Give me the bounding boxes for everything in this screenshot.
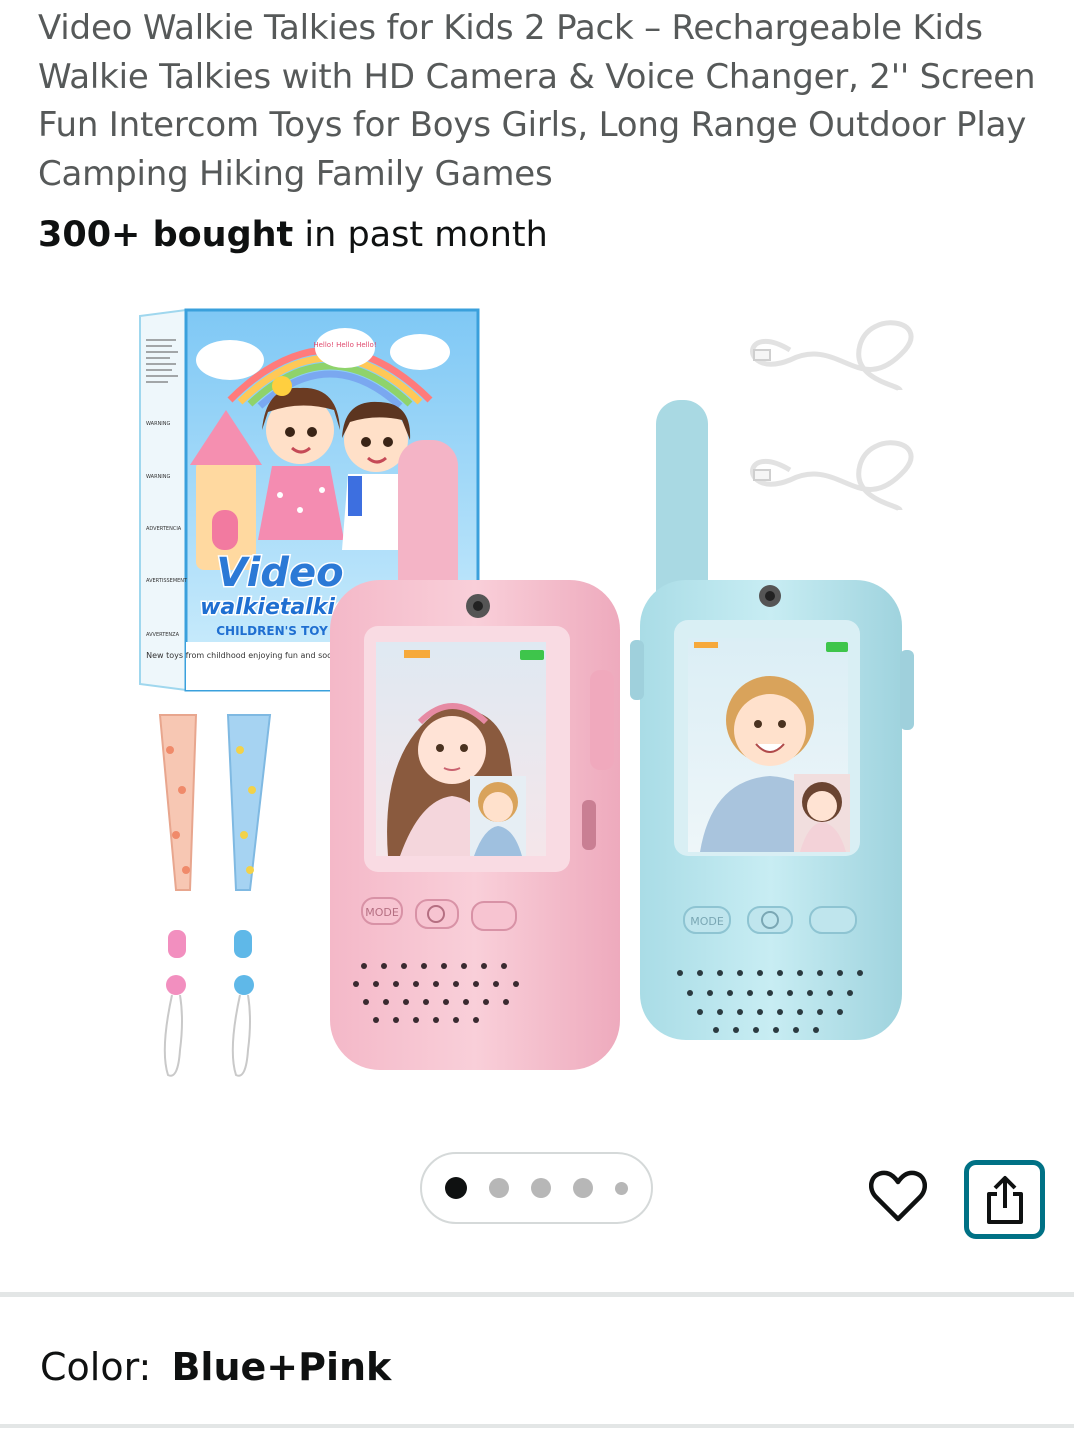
carousel-dot-4[interactable] xyxy=(573,1178,593,1198)
usb-cable-2 xyxy=(750,440,914,513)
heart-icon xyxy=(869,1170,927,1222)
image-carousel-indicator[interactable] xyxy=(420,1152,653,1224)
warning-text-3: ADVERTENCIA xyxy=(146,526,182,532)
carousel-dot-3[interactable] xyxy=(531,1178,551,1198)
bought-in-past-month: 300+ bought in past month xyxy=(38,212,548,258)
section-divider xyxy=(0,1292,1074,1297)
blue-mode-label: MODE xyxy=(690,915,724,928)
section-divider-bottom xyxy=(0,1424,1074,1428)
product-title: Video Walkie Talkies for Kids 2 Pack – R… xyxy=(38,8,1036,194)
share-button[interactable] xyxy=(964,1160,1045,1239)
box-speech-text: Hello! Hello Hello! xyxy=(313,341,376,349)
carousel-dot-5[interactable] xyxy=(615,1181,628,1195)
warning-text-1: WARNING xyxy=(146,421,171,427)
color-label: Color: xyxy=(40,1345,152,1389)
carousel-dot-1[interactable] xyxy=(445,1177,467,1199)
blue-lanyard xyxy=(226,714,272,1077)
add-to-list-button[interactable] xyxy=(866,1164,930,1228)
pink-mode-label: MODE xyxy=(365,906,399,919)
warning-text-2: WARNING xyxy=(146,474,171,480)
bought-count: 300+ bought xyxy=(38,215,294,255)
warning-text-4: AVERTISSEMENT xyxy=(146,578,188,584)
color-variation: Color: Blue+Pink xyxy=(40,1342,391,1392)
product-image[interactable]: Hello! Hello Hello! Video walkietalkie C… xyxy=(0,290,1074,1120)
box-brand-video: Video xyxy=(216,550,343,596)
usb-cable-1 xyxy=(750,320,914,393)
box-brand-childrens-toy: CHILDREN'S TOY xyxy=(216,624,328,638)
color-value: Blue+Pink xyxy=(171,1345,392,1389)
bought-suffix: in past month xyxy=(293,215,548,255)
box-brand-walkietalkie: walkietalkie xyxy=(200,595,350,620)
share-icon xyxy=(986,1175,1023,1224)
carousel-dot-2[interactable] xyxy=(489,1178,509,1198)
warning-text-5: AVVERTENZA xyxy=(146,632,180,638)
pink-lanyard xyxy=(158,714,198,1077)
